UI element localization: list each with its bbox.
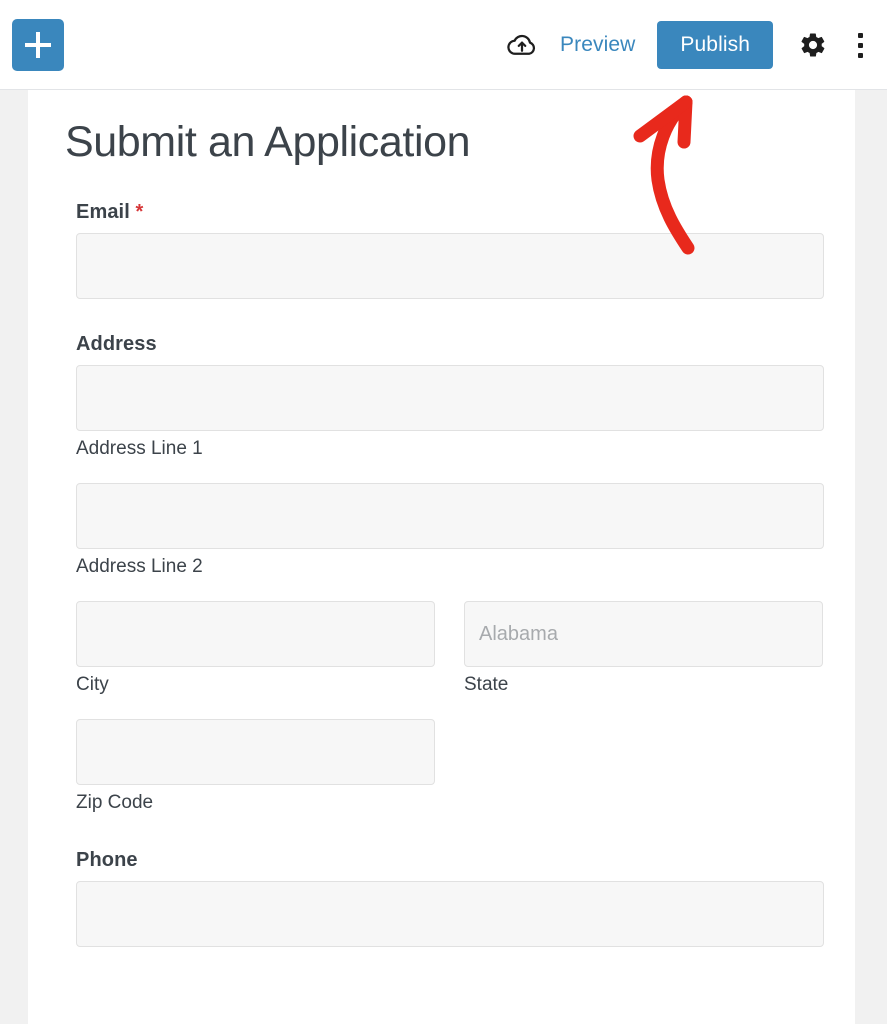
field-zip-code: Zip Code bbox=[76, 718, 855, 815]
field-label-address: Address bbox=[76, 333, 157, 356]
sublabel-zip-code: Zip Code bbox=[76, 791, 154, 813]
field-label-phone: Phone bbox=[76, 848, 138, 871]
preview-link[interactable]: Preview bbox=[560, 33, 635, 57]
field-label-email: Email * bbox=[76, 200, 855, 224]
city-input[interactable] bbox=[76, 601, 435, 668]
sublabel-city: City bbox=[76, 674, 109, 696]
address-line-2-input[interactable] bbox=[76, 483, 824, 550]
sublabel-address-line-2: Address Line 2 bbox=[76, 556, 203, 578]
toolbar-actions: Preview Publish bbox=[500, 0, 877, 90]
sublabel-address-line-1: Address Line 1 bbox=[76, 438, 203, 460]
publish-button[interactable]: Publish bbox=[657, 21, 773, 69]
field-email: Email * bbox=[76, 200, 855, 300]
more-options-button[interactable] bbox=[843, 23, 877, 67]
plus-icon bbox=[25, 32, 51, 58]
editor-window: Preview Publish Submit an Application Em… bbox=[0, 0, 887, 1024]
label-text-email: Email bbox=[76, 201, 130, 224]
state-input[interactable] bbox=[464, 601, 823, 668]
address-line-1-input[interactable] bbox=[76, 365, 824, 432]
city-state-row: City State bbox=[76, 601, 855, 697]
email-input[interactable] bbox=[76, 233, 824, 300]
phone-input[interactable] bbox=[76, 880, 824, 947]
settings-button[interactable] bbox=[791, 23, 835, 67]
form-body: Email * Address Address Line 1 Address L… bbox=[28, 167, 855, 947]
zip-code-input[interactable] bbox=[76, 718, 435, 785]
cloud-upload-icon-button[interactable] bbox=[500, 23, 544, 67]
editor-toolbar: Preview Publish bbox=[0, 0, 887, 90]
kebab-dot bbox=[857, 52, 863, 58]
add-block-button[interactable] bbox=[12, 19, 64, 71]
required-asterisk: * bbox=[135, 201, 144, 224]
editor-canvas-area: Submit an Application Email * Address Ad… bbox=[0, 90, 887, 1024]
sublabel-state: State bbox=[464, 674, 509, 696]
kebab-menu-icon bbox=[857, 32, 863, 38]
field-phone: Phone bbox=[76, 848, 855, 947]
form-canvas: Submit an Application Email * Address Ad… bbox=[28, 90, 855, 1024]
field-city: City bbox=[76, 601, 435, 697]
gear-icon bbox=[801, 33, 825, 57]
field-address: Address Address Line 1 Address Line 2 Ci… bbox=[76, 332, 855, 814]
field-state: State bbox=[464, 601, 823, 697]
page-title: Submit an Application bbox=[65, 118, 471, 166]
kebab-dot bbox=[857, 42, 863, 48]
cloud-upload-icon bbox=[507, 34, 536, 55]
